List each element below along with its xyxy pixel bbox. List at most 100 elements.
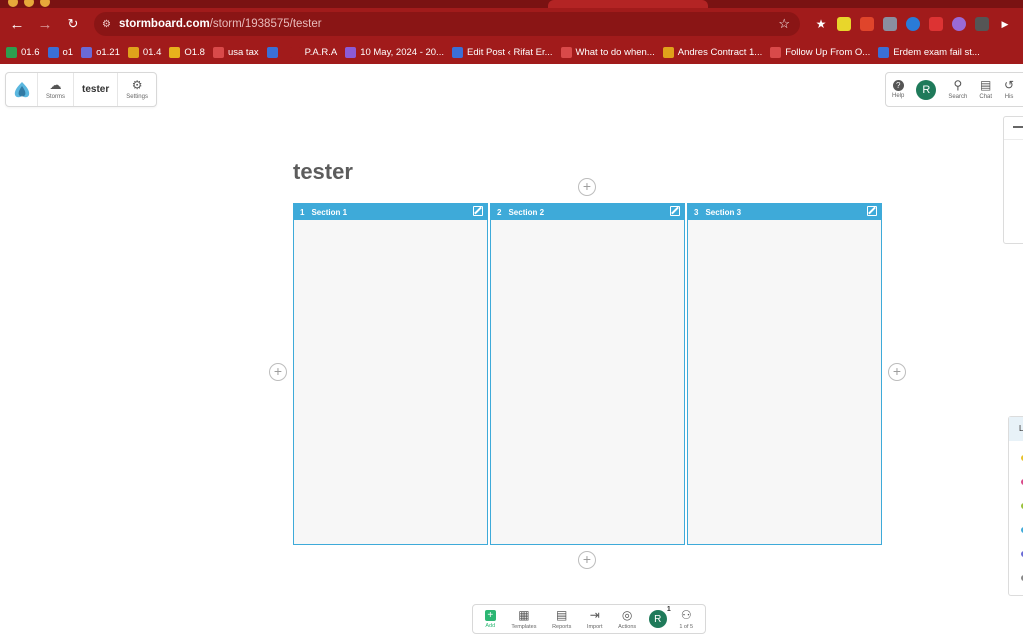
site-settings-icon[interactable]: ⚙ xyxy=(102,19,111,30)
edit-icon[interactable] xyxy=(473,206,483,216)
add-section-right-button[interactable]: + xyxy=(888,363,906,381)
bookmark-favicon-icon xyxy=(81,46,93,58)
add-section-left-button[interactable]: + xyxy=(269,363,287,381)
section-3[interactable]: 3 Section 3 xyxy=(687,203,882,545)
stormboard-app: ☁ Storms tester ⚙ Settings ? Help R ⚲ Se… xyxy=(0,64,1023,634)
bottom-user-avatar[interactable]: R 1 xyxy=(648,606,671,628)
back-icon[interactable]: ← xyxy=(6,16,28,33)
purple-extension-icon[interactable] xyxy=(952,17,966,31)
help-icon: ? xyxy=(892,80,904,91)
top-left-toolbar: ☁ Storms tester ⚙ Settings xyxy=(5,72,157,107)
templates-label: Templates xyxy=(511,623,537,630)
forward-icon[interactable]: → xyxy=(34,16,56,33)
edit-icon[interactable] xyxy=(670,206,680,216)
bookmark-item[interactable]: P.A.R.A xyxy=(289,46,338,58)
bookmark-favicon-icon xyxy=(266,46,278,58)
bookmark-item[interactable]: o1.21 xyxy=(81,46,120,58)
minimize-icon[interactable] xyxy=(1013,126,1023,128)
settings-button[interactable]: ⚙ Settings xyxy=(118,73,156,106)
bookmark-label: usa tax xyxy=(227,46,259,58)
section-header: 3 Section 3 xyxy=(688,204,881,220)
bookmark-item[interactable]: Edit Post ‹ Rifat Er... xyxy=(451,46,553,58)
bookmark-star-icon[interactable]: ☆ xyxy=(778,16,790,32)
add-section-top-button[interactable]: + xyxy=(578,178,596,196)
bookmark-item[interactable]: 01.6 xyxy=(6,46,40,58)
bookmark-item[interactable]: Andres Contract 1... xyxy=(662,46,762,58)
stormboard-logo-icon xyxy=(14,81,29,97)
templates-button[interactable]: ▦ Templates xyxy=(508,603,539,636)
mail-extension-icon[interactable] xyxy=(929,17,943,31)
search-icon: ⚲ xyxy=(953,78,963,92)
bookmark-favicon-icon xyxy=(770,46,782,58)
add-section-bottom-button[interactable]: + xyxy=(578,551,596,569)
side-panel-collapsed[interactable] xyxy=(1003,116,1023,244)
bookmark-favicon-icon xyxy=(169,46,181,58)
red-extension-icon[interactable] xyxy=(860,17,874,31)
section-number: 2 xyxy=(497,207,502,217)
import-label: Import xyxy=(586,623,603,630)
add-button[interactable]: + Add xyxy=(482,603,499,636)
bookmark-label: Follow Up From O... xyxy=(785,46,871,58)
section-header: 1 Section 1 xyxy=(294,204,487,220)
top-right-toolbar: ? Help R ⚲ Search ▤ Chat ↺ His xyxy=(885,72,1023,107)
bookmark-label: 10 May, 2024 - 20... xyxy=(360,46,444,58)
gear-icon: ⚙ xyxy=(131,78,143,92)
section-1[interactable]: 1 Section 1 xyxy=(293,203,488,545)
history-button[interactable]: ↺ His xyxy=(998,73,1020,106)
window-controls[interactable] xyxy=(8,0,50,7)
section-label: Section 1 xyxy=(311,207,348,217)
bookmark-item[interactable]: O1.8 xyxy=(169,46,205,58)
reload-icon[interactable]: ↻ xyxy=(62,16,84,32)
reports-label: Reports xyxy=(552,623,572,630)
star-extension-icon[interactable]: ★ xyxy=(814,17,828,31)
bookmark-label: P.A.R.A xyxy=(304,46,338,58)
add-label: Add xyxy=(485,622,496,629)
blue-extension-icon[interactable] xyxy=(906,17,920,31)
bookmark-label: What to do when... xyxy=(575,46,655,58)
bookmark-item[interactable]: o1 xyxy=(47,46,73,58)
browser-tab-strip xyxy=(0,0,1023,8)
import-button[interactable]: ⇥ Import xyxy=(584,603,606,636)
bookmark-item[interactable]: usa tax xyxy=(212,46,259,58)
address-bar[interactable]: ⚙ stormboard.com/storm/1938575/tester ☆ xyxy=(94,12,800,36)
users-button[interactable]: ⚇ 1 of 5 xyxy=(676,603,696,636)
actions-label: Actions xyxy=(618,623,637,630)
bookmark-item[interactable]: 10 May, 2024 - 20... xyxy=(345,46,444,58)
edit-icon[interactable] xyxy=(867,206,877,216)
grey-extension-icon[interactable] xyxy=(883,17,897,31)
users-icon: ⚇ xyxy=(680,607,692,622)
stormboard-logo[interactable] xyxy=(6,73,38,106)
bookmark-item[interactable]: What to do when... xyxy=(560,46,655,58)
bookmark-label: o1.21 xyxy=(96,46,120,58)
search-button[interactable]: ⚲ Search xyxy=(942,73,973,106)
bookmark-item[interactable]: 01.4 xyxy=(127,46,162,58)
bookmark-item[interactable]: Follow Up From O... xyxy=(770,46,871,58)
bookmark-label: Edit Post ‹ Rifat Er... xyxy=(466,46,553,58)
section-number: 1 xyxy=(300,207,305,217)
bookmark-favicon-icon xyxy=(127,46,139,58)
import-icon: ⇥ xyxy=(589,607,600,622)
storms-button[interactable]: ☁ Storms xyxy=(38,73,73,106)
active-tab[interactable] xyxy=(548,0,708,8)
chat-label: Chat xyxy=(979,94,993,100)
actions-button[interactable]: ◎ Actions xyxy=(615,603,639,636)
section-2[interactable]: 2 Section 2 xyxy=(490,203,685,545)
bookmark-label: Erdem exam fail st... xyxy=(893,46,980,58)
legend-panel[interactable]: L xyxy=(1008,416,1023,596)
history-icon: ↺ xyxy=(1004,78,1015,92)
reports-button[interactable]: ▤ Reports xyxy=(549,603,574,636)
bookmark-label: 01.4 xyxy=(142,46,162,58)
notes-extension-icon[interactable] xyxy=(837,17,851,31)
users-label: 1 of 5 xyxy=(679,623,694,630)
play-extension-icon[interactable]: ▶ xyxy=(998,17,1012,31)
section-header: 2 Section 2 xyxy=(491,204,684,220)
help-button[interactable]: ? Help xyxy=(886,73,910,106)
avatar-badge: 1 xyxy=(666,606,671,613)
user-avatar[interactable]: R xyxy=(916,79,937,100)
bookmark-item[interactable] xyxy=(266,46,282,58)
chat-button[interactable]: ▤ Chat xyxy=(973,73,998,106)
print-extension-icon[interactable] xyxy=(975,17,989,31)
storm-name[interactable]: tester xyxy=(73,73,119,106)
bookmark-favicon-icon xyxy=(662,46,674,58)
bookmark-item[interactable]: Erdem exam fail st... xyxy=(878,46,980,58)
